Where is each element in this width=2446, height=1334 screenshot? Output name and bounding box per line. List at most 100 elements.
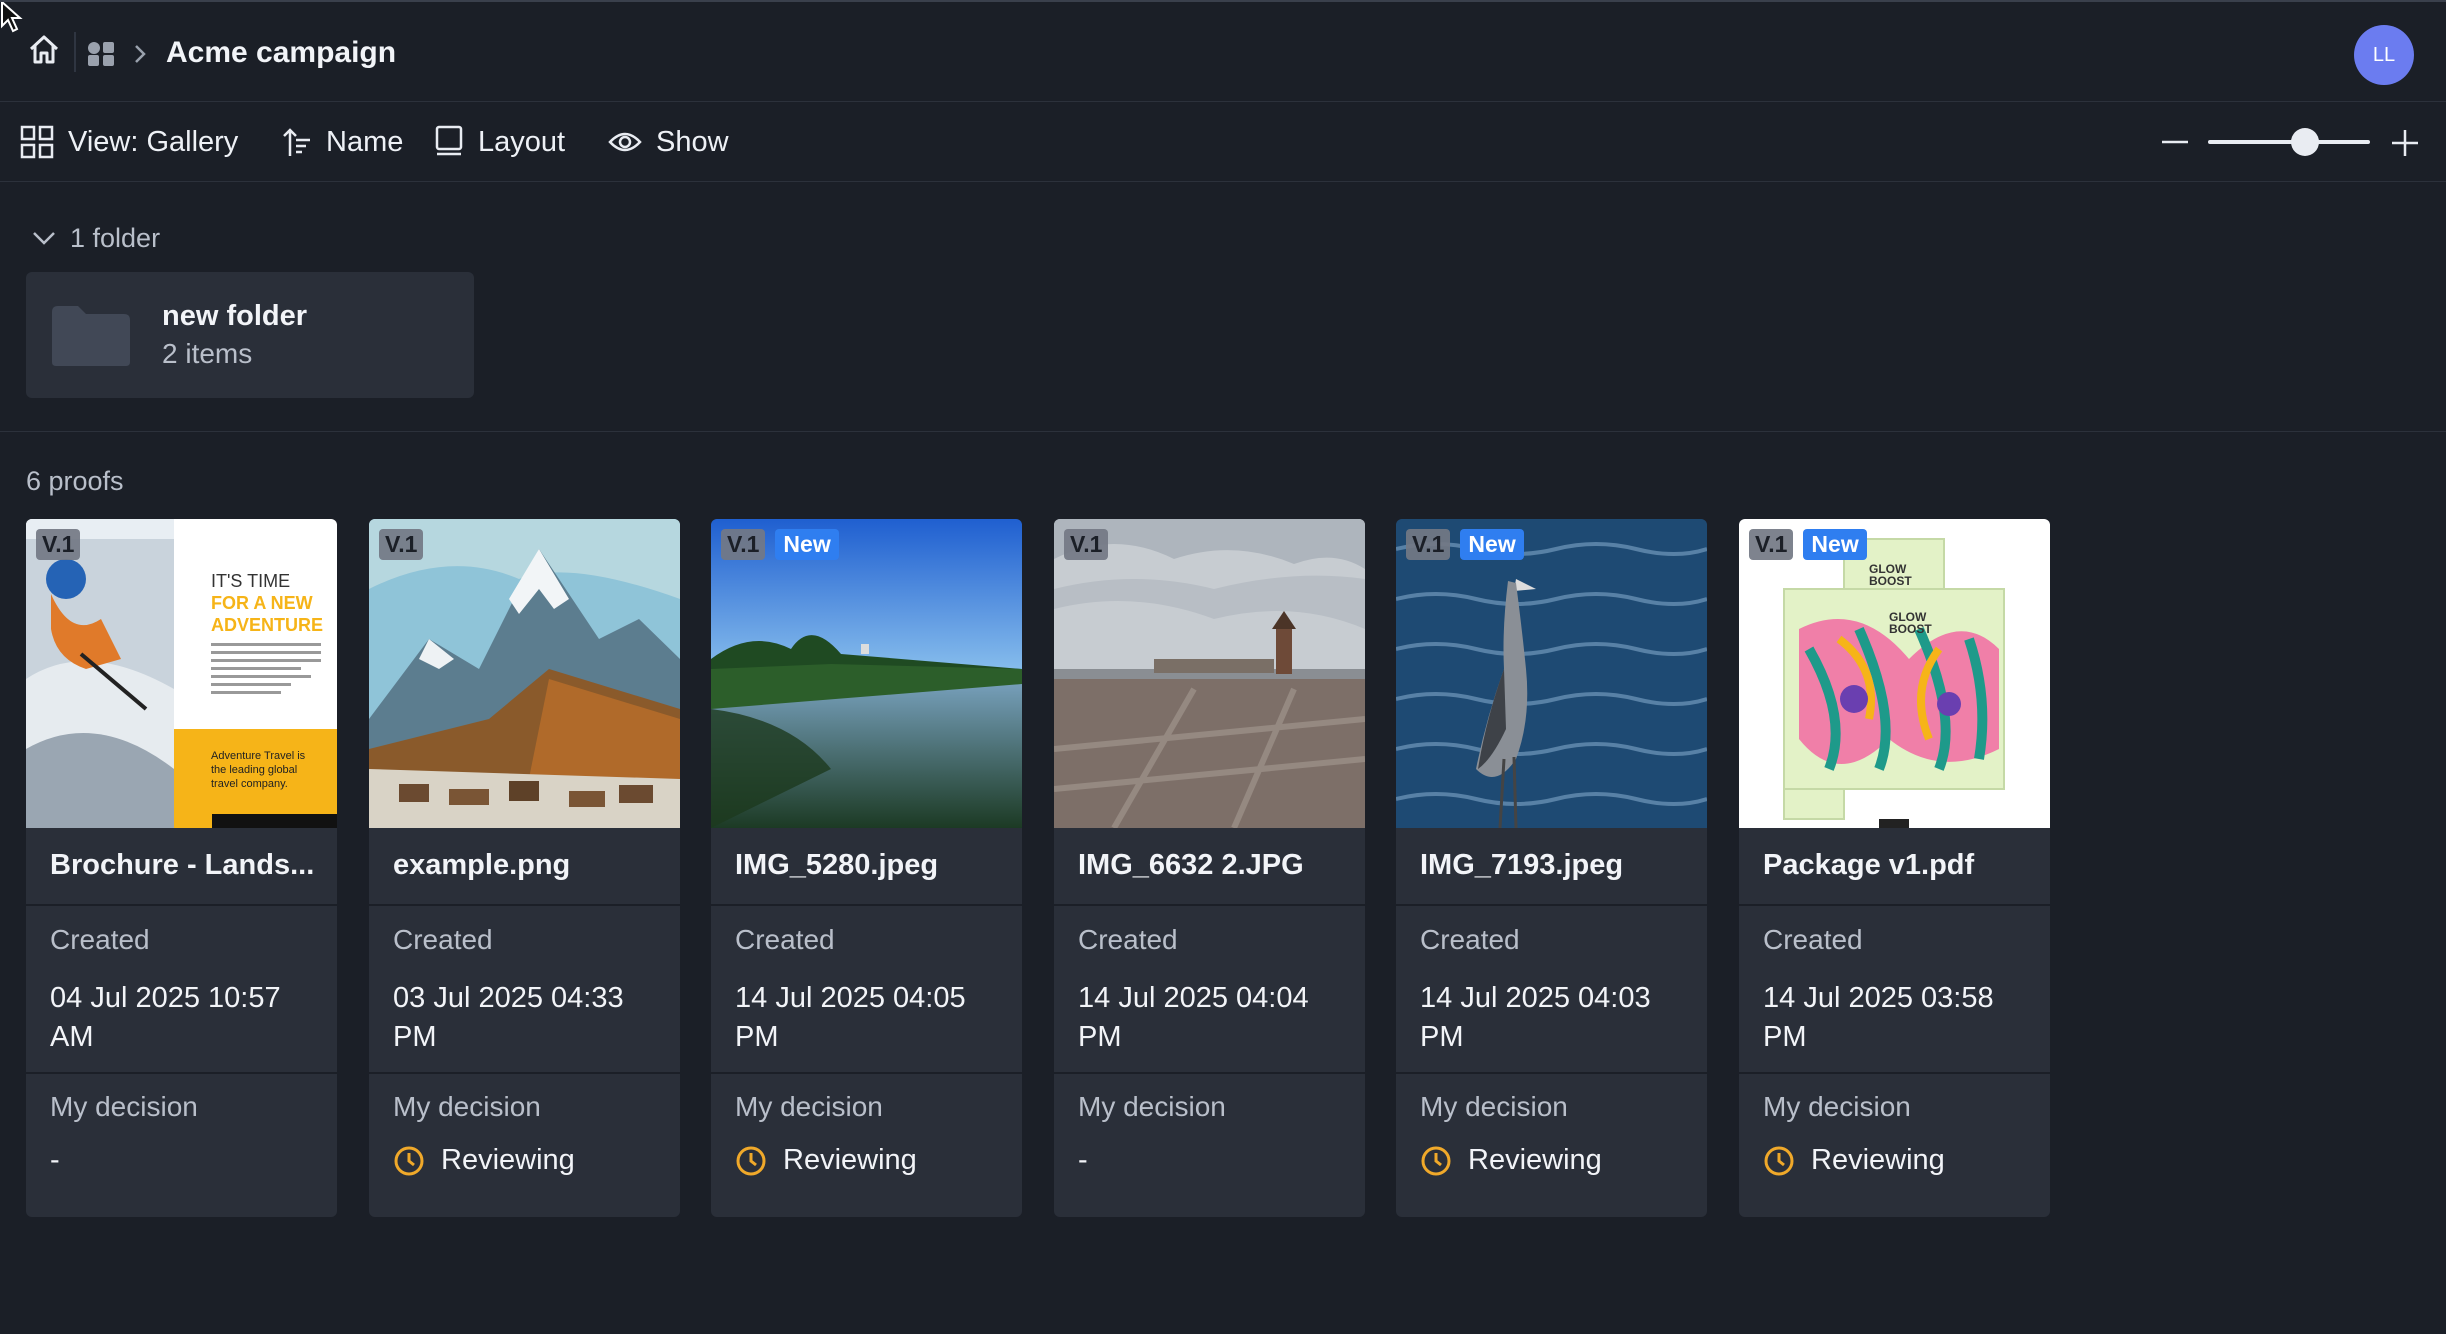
zoom-slider[interactable] (2208, 128, 2370, 156)
created-value: 04 Jul 2025 10:57 AM (50, 982, 281, 1053)
heron-thumbnail-image (1396, 519, 1707, 828)
proof-card[interactable]: IT'S TIME FOR A NEW ADVENTURE Adventure … (26, 519, 337, 1217)
decision-text: Reviewing (1468, 1144, 1602, 1176)
folder-card[interactable]: new folder 2 items (26, 272, 474, 398)
decision-label: My decision (50, 1091, 198, 1122)
show-label: Show (656, 125, 729, 158)
decision-value: - (1078, 1144, 1088, 1177)
brochure-footer-3: travel company. (211, 778, 288, 790)
created-label: Created (1078, 924, 1178, 955)
avatar[interactable]: LL (2354, 25, 2414, 85)
card-divider (711, 904, 1022, 906)
badges: V.1 New (1749, 529, 1867, 560)
decision-text: Reviewing (783, 1144, 917, 1176)
card-divider (1739, 904, 2050, 906)
card-divider (711, 1072, 1022, 1074)
version-badge: V.1 (721, 529, 766, 560)
proof-title[interactable]: Package v1.pdf (1763, 849, 1974, 882)
sort-icon (283, 128, 310, 156)
proof-title[interactable]: Brochure - Lands... (50, 849, 314, 882)
proof-thumbnail: GLOW BOOST GLOW BOOST V.1 New (1739, 519, 2050, 828)
proof-thumbnail: V.1 (1054, 519, 1365, 828)
sort-name-button[interactable]: Name (282, 122, 403, 162)
waterfront-thumbnail-image (1054, 519, 1365, 828)
show-button[interactable]: Show (608, 122, 729, 162)
proof-card[interactable]: V.1 example.png Created 03 Jul 2025 04:3… (369, 519, 680, 1217)
version-badge: V.1 (36, 529, 81, 560)
new-badge: New (1460, 529, 1524, 560)
folder-name: new folder (162, 300, 308, 332)
zoom-in-icon[interactable] (2390, 128, 2420, 158)
folders-count: 1 folder (70, 222, 161, 253)
brochure-thumbnail-image: IT'S TIME FOR A NEW ADVENTURE Adventure … (26, 519, 337, 828)
proof-thumbnail: V.1 New (711, 519, 1022, 828)
toolbar: View: Gallery Name Layout Show (0, 102, 2446, 182)
proof-thumbnail: V.1 New (1396, 519, 1707, 828)
folders-section-toggle[interactable]: 1 folder (30, 218, 160, 258)
brochure-heading-3: ADVENTURE (211, 615, 323, 635)
decision-label: My decision (1420, 1091, 1568, 1122)
layout-icon (435, 125, 463, 156)
brochure-heading-1: IT'S TIME (211, 571, 290, 591)
badges: V.1 (379, 529, 424, 560)
proof-title[interactable]: example.png (393, 849, 570, 882)
version-badge: V.1 (379, 529, 424, 560)
card-divider (369, 1072, 680, 1074)
grid-view-icon (20, 125, 54, 159)
view-gallery-button[interactable]: View: Gallery (20, 122, 238, 162)
mountain-thumbnail-image (369, 519, 680, 828)
decision-label: My decision (1078, 1091, 1226, 1122)
apps-grid-icon[interactable] (86, 40, 116, 68)
package-brand-4: BOOST (1889, 622, 1932, 636)
decision-value: Reviewing (735, 1144, 917, 1177)
page-title[interactable]: Acme campaign (166, 36, 396, 70)
created-label: Created (1420, 924, 1520, 955)
proof-card[interactable]: V.1 IMG_6632 2.JPG Created 14 Jul 2025 0… (1054, 519, 1365, 1217)
badges: V.1 New (1406, 529, 1524, 560)
decision-value: Reviewing (1420, 1144, 1602, 1177)
created-value: 14 Jul 2025 04:04 PM (1078, 982, 1309, 1053)
created-value: 14 Jul 2025 04:03 PM (1420, 982, 1651, 1053)
zoom-out-icon[interactable] (2160, 132, 2190, 152)
created-label: Created (393, 924, 493, 955)
created-label: Created (1763, 924, 1863, 955)
created-label: Created (735, 924, 835, 955)
decision-text: Reviewing (1811, 1144, 1945, 1176)
zoom-slider-handle[interactable] (2291, 128, 2320, 156)
card-divider (26, 904, 337, 906)
card-divider (1396, 1072, 1707, 1074)
eye-icon (608, 132, 642, 152)
decision-value: Reviewing (393, 1144, 575, 1177)
lake-thumbnail-image (711, 519, 1022, 828)
decision-value: Reviewing (1763, 1144, 1945, 1177)
package-brand-2: BOOST (1869, 574, 1912, 588)
created-value: 14 Jul 2025 04:05 PM (735, 982, 966, 1053)
proof-title[interactable]: IMG_6632 2.JPG (1078, 849, 1304, 882)
home-icon[interactable] (26, 32, 62, 68)
section-divider (0, 431, 2446, 432)
chevron-down-icon (33, 232, 55, 245)
chevron-right-icon (135, 45, 146, 63)
card-divider (1054, 1072, 1365, 1074)
folder-icon (52, 306, 130, 366)
decision-label: My decision (393, 1091, 541, 1122)
brochure-heading-2: FOR A NEW (211, 593, 313, 613)
card-divider (369, 904, 680, 906)
proof-title[interactable]: IMG_7193.jpeg (1420, 849, 1623, 882)
new-badge: New (775, 529, 839, 560)
layout-button[interactable]: Layout (434, 122, 565, 162)
decision-text: Reviewing (441, 1144, 575, 1176)
created-value: 14 Jul 2025 03:58 PM (1763, 982, 1994, 1053)
decision-text: - (1078, 1144, 1088, 1176)
proof-card[interactable]: V.1 New IMG_5280.jpeg Created 14 Jul 202… (711, 519, 1022, 1217)
card-divider (1739, 1072, 2050, 1074)
proof-card[interactable]: V.1 New IMG_7193.jpeg Created 14 Jul 202… (1396, 519, 1707, 1217)
created-label: Created (50, 924, 150, 955)
view-label: View: Gallery (68, 125, 239, 158)
proofs-count: 6 proofs (26, 466, 124, 496)
proof-title[interactable]: IMG_5280.jpeg (735, 849, 938, 882)
layout-label: Layout (478, 125, 566, 158)
proof-card[interactable]: GLOW BOOST GLOW BOOST V.1 New Package v1… (1739, 519, 2050, 1217)
top-bar: Acme campaign LL (0, 0, 2446, 102)
proof-thumbnail: V.1 (369, 519, 680, 828)
